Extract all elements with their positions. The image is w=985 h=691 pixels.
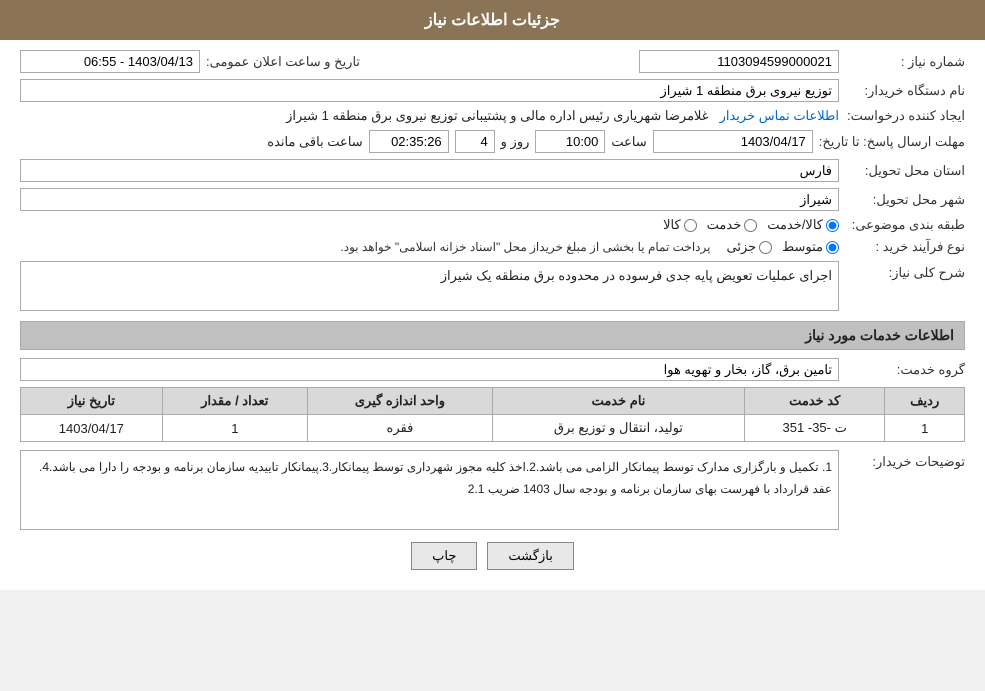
- sharh-label: شرح کلی نیاز:: [845, 261, 965, 281]
- cell-tarikh: 1403/04/17: [21, 415, 163, 442]
- page-header: جزئیات اطلاعات نیاز: [0, 0, 985, 40]
- button-row: بازگشت چاپ: [20, 542, 965, 570]
- mohlat-countdown-input[interactable]: [369, 130, 449, 153]
- radio-khadamat-label: خدمت: [707, 217, 742, 233]
- radio-kala-label: کالا: [663, 217, 681, 233]
- tarikh-input[interactable]: [20, 50, 200, 73]
- tabaqe-label: طبقه بندی موضوعی:: [845, 217, 965, 233]
- radio-jozii-item: جزئی: [726, 239, 772, 255]
- shahr-label: شهر محل تحویل:: [845, 192, 965, 208]
- radio-kala-item: کالا: [663, 217, 697, 233]
- tawsif-label: توضیحات خریدار:: [845, 450, 965, 470]
- shomara-label: شماره نیاز :: [845, 54, 965, 70]
- grouh-label: گروه خدمت:: [845, 362, 965, 378]
- cell-vahed: فقره: [307, 415, 492, 442]
- cell-kod: ت -35- 351: [745, 415, 885, 442]
- mohlat-roz-label: روز و: [501, 134, 530, 150]
- section2-title: اطلاعات خدمات مورد نیاز: [20, 321, 965, 350]
- radio-jozii-label: جزئی: [726, 239, 756, 255]
- row-farayand: نوع فرآیند خرید : متوسط جزئی پرداخت تمام…: [20, 239, 965, 255]
- row-creator: ایجاد کننده درخواست: اطلاعات تماس خریدار…: [20, 108, 965, 124]
- row-sharh: شرح کلی نیاز: اجرای عملیات تعویض پایه جد…: [20, 261, 965, 311]
- cell-nam: تولید، انتقال و توزیع برق: [492, 415, 744, 442]
- mohlat-time-input[interactable]: [535, 130, 605, 153]
- radio-khadamat-item: خدمت: [707, 217, 758, 233]
- farayand-note: پرداخت تمام یا بخشی از مبلغ خریداز محل "…: [20, 240, 710, 254]
- radio-kala-khadamat[interactable]: [826, 219, 839, 232]
- row-nam-dastgah: نام دستگاه خریدار:: [20, 79, 965, 102]
- radio-motavasset[interactable]: [826, 241, 839, 254]
- mohlat-date-input[interactable]: [653, 130, 813, 153]
- tarikh-label: تاریخ و ساعت اعلان عمومی:: [206, 54, 360, 70]
- grouh-input[interactable]: [20, 358, 839, 381]
- noe-farayand-label: نوع فرآیند خرید :: [845, 239, 965, 255]
- table-row: 1 ت -35- 351 تولید، انتقال و توزیع برق ف…: [21, 415, 965, 442]
- table-body: 1 ت -35- 351 تولید، انتقال و توزیع برق ف…: [21, 415, 965, 442]
- row-tabaqe: طبقه بندی موضوعی: کالا/خدمت خدمت کالا: [20, 217, 965, 233]
- table-header-row: ردیف کد خدمت نام خدمت واحد اندازه گیری ت…: [21, 388, 965, 415]
- radio-kala-khadamat-item: کالا/خدمت: [767, 217, 839, 233]
- mohlat-saat-mande-label: ساعت باقی مانده: [267, 134, 362, 150]
- col-vahed: واحد اندازه گیری: [307, 388, 492, 415]
- services-table: ردیف کد خدمت نام خدمت واحد اندازه گیری ت…: [20, 387, 965, 442]
- tabaqe-radio-group: کالا/خدمت خدمت کالا: [663, 217, 839, 233]
- nam-dastgah-label: نام دستگاه خریدار:: [845, 83, 965, 99]
- shomara-input[interactable]: [639, 50, 839, 73]
- radio-motavasset-item: متوسط: [782, 239, 839, 255]
- row-shomara: شماره نیاز : تاریخ و ساعت اعلان عمومی:: [20, 50, 965, 73]
- row-ostan: استان محل تحویل:: [20, 159, 965, 182]
- page-wrapper: جزئیات اطلاعات نیاز شماره نیاز : تاریخ و…: [0, 0, 985, 590]
- radio-motavasset-label: متوسط: [782, 239, 823, 255]
- cell-tedad: 1: [162, 415, 307, 442]
- table-head: ردیف کد خدمت نام خدمت واحد اندازه گیری ت…: [21, 388, 965, 415]
- shahr-input[interactable]: [20, 188, 839, 211]
- mohlat-label: مهلت ارسال پاسخ: تا تاریخ:: [819, 134, 965, 150]
- page-title: جزئیات اطلاعات نیاز: [425, 12, 560, 29]
- mohlat-roz-input[interactable]: [455, 130, 495, 153]
- col-kod: کد خدمت: [745, 388, 885, 415]
- col-nam: نام خدمت: [492, 388, 744, 415]
- radio-jozii[interactable]: [759, 241, 772, 254]
- content-area: شماره نیاز : تاریخ و ساعت اعلان عمومی: ن…: [0, 40, 985, 590]
- creator-label: ایجاد کننده درخواست:: [845, 108, 965, 124]
- creator-value: غلامرضا شهریاری رئیس اداره مالی و پشتیبا…: [286, 108, 708, 124]
- ostan-input[interactable]: [20, 159, 839, 182]
- btn-chap[interactable]: چاپ: [411, 542, 477, 570]
- radio-kala[interactable]: [684, 219, 697, 232]
- col-tarikh: تاریخ نیاز: [21, 388, 163, 415]
- sharh-value: اجرای عملیات تعویض پایه جدی فرسوده در مح…: [441, 268, 832, 283]
- row-tawsif: توضیحات خریدار: 1. تکمیل و بارگزاری مدار…: [20, 450, 965, 530]
- cell-radif: 1: [885, 415, 965, 442]
- ostan-label: استان محل تحویل:: [845, 163, 965, 179]
- radio-kala-khadamat-label: کالا/خدمت: [767, 217, 823, 233]
- row-shahr: شهر محل تحویل:: [20, 188, 965, 211]
- btn-bazgasht[interactable]: بازگشت: [487, 542, 573, 570]
- farayand-radio-group: متوسط جزئی: [726, 239, 839, 255]
- sharh-box: اجرای عملیات تعویض پایه جدی فرسوده در مح…: [20, 261, 839, 311]
- col-radif: ردیف: [885, 388, 965, 415]
- tawsif-value: 1. تکمیل و بارگزاری مدارک توسط پیمانکار …: [39, 460, 832, 496]
- nam-dastgah-input[interactable]: [20, 79, 839, 102]
- mohlat-time-label: ساعت: [611, 134, 646, 150]
- col-tedad: تعداد / مقدار: [162, 388, 307, 415]
- row-grouh: گروه خدمت:: [20, 358, 965, 381]
- row-mohlat: مهلت ارسال پاسخ: تا تاریخ: ساعت روز و سا…: [20, 130, 965, 153]
- creator-link[interactable]: اطلاعات تماس خریدار: [720, 108, 839, 124]
- radio-khadamat[interactable]: [744, 219, 757, 232]
- tawsif-box: 1. تکمیل و بارگزاری مدارک توسط پیمانکار …: [20, 450, 839, 530]
